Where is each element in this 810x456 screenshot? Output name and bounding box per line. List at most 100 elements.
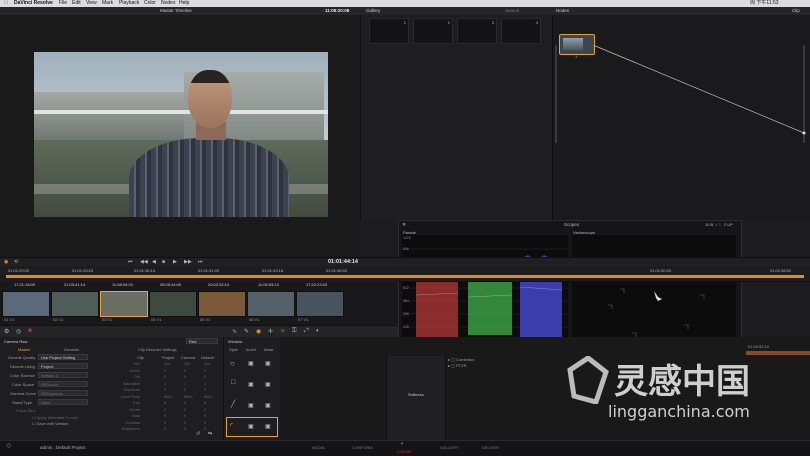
stand-type-select[interactable]: None	[38, 399, 88, 405]
color-wheels-icon[interactable]: ◎	[16, 328, 21, 335]
clip-track: 05 V1	[200, 317, 211, 322]
color-space-select[interactable]: REDcolor	[38, 381, 88, 387]
apply-metadata-checkbox[interactable]: ☐ Apply Metadata Curves	[32, 415, 78, 420]
page-tab-media[interactable]: MEDIA	[312, 445, 325, 450]
play-icon[interactable]: ▶	[173, 259, 177, 265]
color-science-select[interactable]: Version 3	[38, 372, 88, 378]
window-icon[interactable]: ◉	[256, 328, 261, 335]
clip-thumbnail[interactable]	[247, 291, 295, 317]
camera-raw-dropdown[interactable]: Red	[186, 338, 218, 344]
skip-end-icon[interactable]: ⏭	[198, 259, 203, 265]
play-reverse-icon[interactable]: ◀	[152, 259, 156, 265]
menu-file[interactable]: File	[59, 0, 67, 7]
mask-toggle[interactable]: ▣	[265, 360, 271, 367]
clip-thumbnail[interactable]	[2, 291, 50, 317]
audio-icon[interactable]: ◉	[4, 259, 8, 265]
ruler-tick: 01:01:46:02	[326, 268, 348, 273]
color-page-icon[interactable]: ◕	[400, 441, 404, 447]
clip-timecode: 20:03:32:10	[208, 282, 230, 287]
step-back-icon[interactable]: ◀◀	[140, 259, 148, 265]
tracker-icon[interactable]: ✛	[268, 328, 273, 335]
stereo-icon[interactable]: ◐	[316, 328, 320, 334]
decode-quality-select[interactable]: Use Project Setting	[38, 354, 88, 360]
page-tab-color[interactable]: COLOR	[397, 449, 411, 454]
ruler-tick: 01:01:43:18	[262, 268, 284, 273]
blur-icon[interactable]: ☼	[280, 328, 286, 334]
clip-timecode: 21:03:41:14	[64, 282, 86, 287]
menu-help[interactable]: Help	[179, 0, 189, 7]
step-forward-icon[interactable]: ▶▶	[184, 259, 192, 265]
page-tab-deliver[interactable]: DELIVER	[482, 445, 499, 450]
parade-scale-896: 896	[403, 247, 409, 251]
tab-master[interactable]: Master	[18, 347, 30, 352]
app-menu[interactable]: DaVinci Resolve	[14, 0, 53, 7]
mask-toggle[interactable]: ▣	[265, 423, 271, 430]
viewer-timecode: 11:09:20:08	[325, 8, 350, 13]
gallery-still-3[interactable]: 3	[457, 18, 497, 44]
menu-mark[interactable]: Mark	[102, 0, 113, 7]
menu-view[interactable]: View	[86, 0, 97, 7]
clip-thumbnail[interactable]	[296, 291, 344, 317]
curves-icon[interactable]: ∿	[232, 328, 237, 335]
invert-toggle[interactable]: ▣	[248, 360, 254, 367]
col-clip: Clip	[137, 355, 144, 360]
viewer-title[interactable]: Master Timeline	[160, 7, 192, 15]
ruler-tick: 01:01:33:23	[72, 268, 94, 273]
nodes-mode[interactable]: Clip	[792, 7, 800, 15]
page-tab-gallery[interactable]: GALLERY	[440, 445, 458, 450]
tracker-item-ptzr[interactable]: ▸ ▢ PTZR	[448, 363, 466, 368]
gallery-still-4[interactable]: 4	[501, 18, 541, 44]
square-window-icon[interactable]: □	[231, 379, 235, 386]
copy-icon[interactable]: ⇆	[208, 431, 212, 437]
save-version-checkbox[interactable]: ☐ Save with Version	[32, 421, 69, 426]
camera-raw-icon[interactable]: ⚙	[4, 328, 9, 335]
skip-start-icon[interactable]: ⏮	[128, 259, 133, 265]
circle-window-icon[interactable]: ○	[230, 359, 235, 368]
clip-thumbnail[interactable]	[149, 291, 197, 317]
tracker-item-correction[interactable]: ▸ ▢ Correction	[448, 357, 474, 362]
clip-thumbnail[interactable]	[198, 291, 246, 317]
clip-track: 06 V1	[249, 317, 260, 322]
stop-icon[interactable]: ■	[162, 259, 165, 265]
scopes-close-icon[interactable]: ✕	[402, 222, 406, 228]
curve-window-icon[interactable]: ◜	[230, 421, 233, 430]
apple-icon[interactable]: 	[4, 0, 8, 7]
invert-toggle[interactable]: ▣	[248, 423, 254, 430]
reset-icon[interactable]: ↺	[196, 431, 200, 437]
scopes-level-b[interactable]: 4:3	[715, 222, 721, 227]
gallery-still-1[interactable]: 1	[369, 18, 409, 44]
loop-icon[interactable]: ⟲	[14, 259, 18, 265]
viewer-frame[interactable]	[34, 52, 328, 217]
menu-edit[interactable]: Edit	[72, 0, 81, 7]
sizing-icon[interactable]: ⤢	[304, 328, 309, 335]
gallery-search[interactable]: Search	[505, 7, 519, 15]
rgb-mixer-icon[interactable]: ■	[28, 328, 32, 334]
col-invert: Invert	[246, 347, 257, 352]
color-node-1[interactable]	[559, 34, 595, 55]
invert-toggle[interactable]: ▣	[248, 402, 254, 409]
clip-thumbnail[interactable]	[51, 291, 99, 317]
menu-color[interactable]: Color	[144, 0, 156, 7]
mask-toggle[interactable]: ▣	[265, 381, 271, 388]
invert-toggle[interactable]: ▣	[248, 381, 254, 388]
softness-section: Softness	[408, 392, 424, 397]
scopes-level-a[interactable]: 10 B	[705, 222, 713, 227]
window-title: Window	[228, 339, 243, 344]
menu-nodes[interactable]: Nodes	[161, 0, 175, 7]
timeline-track-bar[interactable]	[6, 275, 804, 278]
qualifier-icon[interactable]: ✎	[244, 328, 249, 335]
linear-window-icon[interactable]: ╱	[231, 400, 235, 408]
timeline-ruler[interactable]: 01:01:29:02 01:01:33:23 01:01:36:14 01:0…	[0, 266, 810, 282]
scopes-display-mode[interactable]: 2 UP	[724, 222, 733, 227]
page-tab-conform[interactable]: CONFORM	[352, 445, 373, 450]
gallery-still-2[interactable]: 2	[413, 18, 453, 44]
raw-param-row: Brightness 0 0 0	[122, 427, 207, 431]
clip-thumbnail-selected[interactable]	[100, 291, 148, 317]
key-icon[interactable]: ⚿	[292, 328, 297, 335]
menu-playback[interactable]: Playback	[119, 0, 139, 7]
mask-toggle[interactable]: ▣	[265, 402, 271, 409]
decode-using-select[interactable]: Project	[38, 363, 88, 369]
tab-decoder[interactable]: Decoder	[64, 347, 79, 352]
parade-scale-384: 384	[403, 299, 409, 303]
gamma-curve-select[interactable]: REDgamma	[38, 390, 88, 396]
